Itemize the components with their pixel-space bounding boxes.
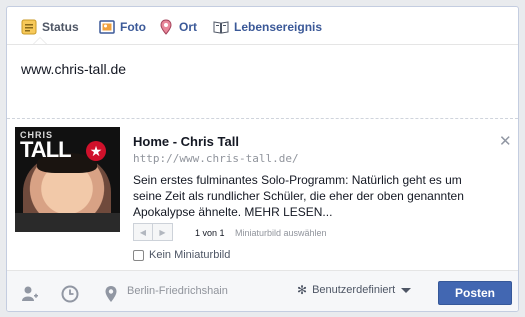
thumbnail-shirt bbox=[15, 213, 120, 232]
status-composer: Status Foto Ort Lebensereignis www.chris… bbox=[6, 6, 519, 312]
location-pin-icon bbox=[160, 19, 172, 35]
tab-label: Status bbox=[42, 20, 79, 34]
tab-location[interactable]: Ort bbox=[158, 18, 197, 36]
prev-thumbnail-button[interactable]: ◀ bbox=[133, 223, 153, 241]
location-pin-icon[interactable] bbox=[102, 285, 120, 303]
clock-icon[interactable] bbox=[61, 285, 79, 303]
thumbnail-pager: ◀ ▶ bbox=[133, 223, 173, 241]
no-thumbnail-checkbox[interactable] bbox=[133, 249, 144, 261]
tab-status[interactable]: Status bbox=[21, 18, 79, 36]
triangle-left-icon: ◀ bbox=[139, 227, 147, 237]
location-input[interactable]: Berlin-Friedrichshain bbox=[127, 285, 228, 297]
tab-label: Foto bbox=[120, 20, 146, 34]
chevron-down-icon bbox=[401, 287, 412, 293]
tag-friends-icon[interactable] bbox=[21, 285, 39, 303]
preview-title[interactable]: Home - Chris Tall bbox=[133, 134, 239, 149]
tab-label: Lebensereignis bbox=[234, 20, 323, 34]
active-tab-pointer bbox=[33, 37, 47, 44]
privacy-selector[interactable]: ✻ Benutzerdefiniert bbox=[297, 283, 412, 297]
post-button[interactable]: Posten bbox=[438, 281, 512, 305]
close-icon[interactable]: ✕ bbox=[499, 134, 512, 149]
dashed-divider bbox=[7, 118, 518, 119]
preview-url: http://www.chris-tall.de/ bbox=[133, 152, 299, 165]
preview-description[interactable]: Sein erstes fulminantes Solo-Programm: N… bbox=[133, 172, 493, 220]
life-event-icon bbox=[213, 21, 229, 34]
composer-tabs: Status Foto Ort Lebensereignis bbox=[7, 7, 518, 45]
next-thumbnail-button[interactable]: ▶ bbox=[153, 223, 173, 241]
no-thumbnail-option[interactable]: Kein Miniaturbild bbox=[133, 249, 230, 261]
link-preview: CHRIS TALL ★ Home - Chris Tall http://ww… bbox=[15, 127, 512, 263]
no-thumbnail-label: Kein Miniaturbild bbox=[149, 249, 231, 261]
star-icon: ★ bbox=[86, 141, 106, 161]
composer-text[interactable]: www.chris-tall.de bbox=[21, 61, 126, 77]
tab-label: Ort bbox=[179, 20, 197, 34]
preview-thumbnail: CHRIS TALL ★ bbox=[15, 127, 120, 232]
privacy-label: Benutzerdefiniert bbox=[312, 284, 396, 296]
thumbnail-logo-big: TALL bbox=[20, 137, 72, 162]
tab-photo[interactable]: Foto bbox=[99, 18, 146, 36]
thumbnail-count: 1 von 1 bbox=[195, 228, 225, 238]
gear-icon: ✻ bbox=[297, 283, 308, 297]
choose-thumbnail-label: Miniaturbild auswählen bbox=[235, 228, 327, 238]
photo-icon bbox=[99, 20, 115, 34]
tab-life-event[interactable]: Lebensereignis bbox=[213, 18, 322, 36]
composer-footer: Berlin-Friedrichshain ✻ Benutzerdefinier… bbox=[7, 270, 518, 311]
status-icon bbox=[21, 19, 37, 35]
triangle-right-icon: ▶ bbox=[159, 227, 166, 237]
